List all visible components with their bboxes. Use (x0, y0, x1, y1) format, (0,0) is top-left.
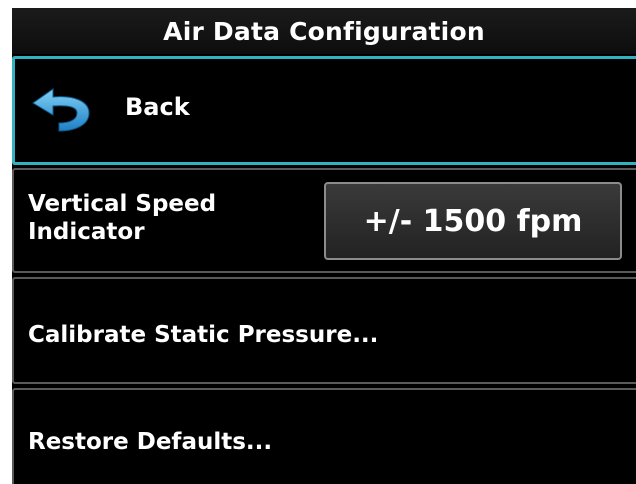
title-bar: Air Data Configuration (12, 8, 636, 54)
back-label: Back (125, 93, 190, 121)
vertical-speed-value: +/- 1500 fpm (363, 203, 583, 239)
calibrate-static-pressure-label: Calibrate Static Pressure... (28, 322, 379, 348)
vertical-speed-row: Vertical Speed Indicator +/- 1500 fpm (12, 168, 636, 273)
vertical-speed-label: Vertical Speed Indicator (28, 191, 217, 245)
back-arrow-icon (32, 88, 90, 132)
restore-defaults-label: Restore Defaults... (28, 429, 273, 455)
vertical-speed-range-button[interactable]: +/- 1500 fpm (324, 182, 622, 260)
restore-defaults-button[interactable]: Restore Defaults... (12, 388, 636, 484)
page-title: Air Data Configuration (163, 16, 485, 46)
back-button[interactable]: Back (12, 56, 636, 165)
calibrate-static-pressure-button[interactable]: Calibrate Static Pressure... (12, 277, 636, 384)
air-data-configuration-screen: Air Data Configuration Back Vertical Spe… (12, 8, 636, 484)
